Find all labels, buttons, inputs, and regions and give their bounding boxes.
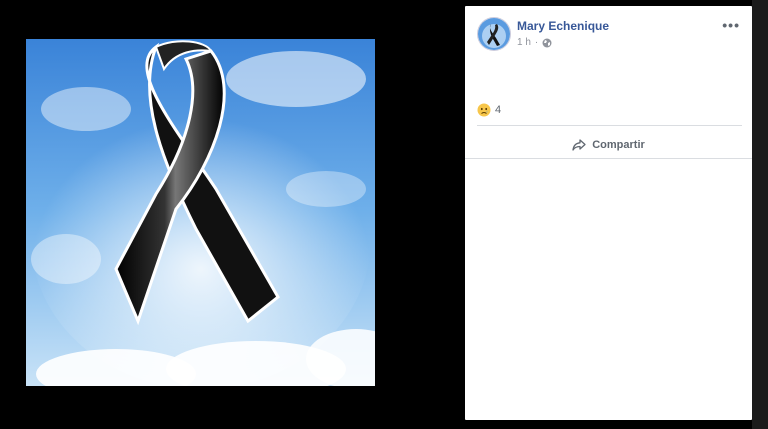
globe-icon[interactable] bbox=[542, 38, 552, 48]
right-edge-strip bbox=[752, 0, 768, 429]
share-arrow-icon bbox=[572, 139, 586, 151]
divider-top bbox=[477, 125, 742, 126]
post-meta: 1 h · bbox=[517, 37, 552, 48]
avatar[interactable] bbox=[477, 17, 511, 51]
more-options-button[interactable]: ••• bbox=[722, 18, 740, 32]
sad-face-icon bbox=[477, 103, 491, 117]
post-header: Mary Echenique 1 h · ••• bbox=[477, 17, 742, 53]
black-ribbon-image bbox=[26, 39, 375, 386]
share-button[interactable]: Compartir bbox=[465, 132, 752, 158]
photo-viewer bbox=[0, 0, 465, 429]
post-side-panel: Mary Echenique 1 h · ••• 4 Compartir bbox=[465, 6, 752, 420]
author-name-link[interactable]: Mary Echenique bbox=[517, 19, 609, 33]
reactions-summary[interactable]: 4 bbox=[477, 103, 501, 117]
ribbon-avatar-icon bbox=[478, 18, 510, 50]
post-photo[interactable] bbox=[26, 39, 375, 386]
divider-bottom bbox=[465, 158, 752, 159]
share-label: Compartir bbox=[592, 139, 645, 151]
post-timestamp[interactable]: 1 h bbox=[517, 37, 531, 48]
reaction-count: 4 bbox=[495, 104, 502, 116]
